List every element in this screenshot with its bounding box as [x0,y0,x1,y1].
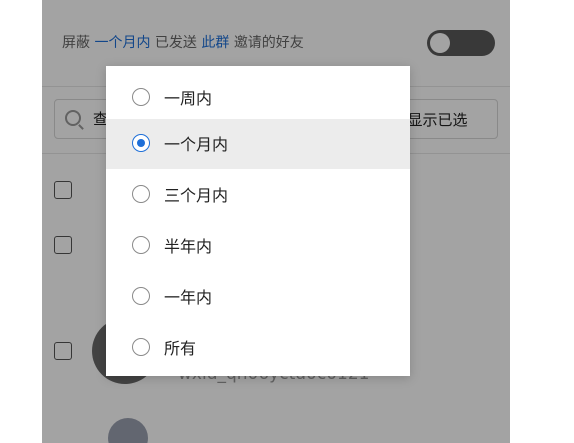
option-one-week[interactable]: 一周内 [106,73,410,123]
option-half-year[interactable]: 半年内 [106,221,410,271]
option-label: 一个月内 [164,135,229,154]
invite-filter-panel: 屏蔽 一个月内 已发送 此群 邀请的好友 查 仅显示已选 wxid_qh06yc… [42,0,510,443]
radio-unchecked-icon [132,287,150,305]
radio-dot [137,139,145,147]
option-label: 一周内 [164,89,213,108]
option-label: 三个月内 [164,186,229,205]
period-dropdown: 一周内 一个月内 三个月内 半年内 一年内 所有 [106,66,410,376]
option-one-month[interactable]: 一个月内 [106,119,410,169]
option-all[interactable]: 所有 [106,323,410,373]
option-one-year[interactable]: 一年内 [106,272,410,322]
option-label: 一年内 [164,288,213,307]
radio-unchecked-icon [132,236,150,254]
option-three-months[interactable]: 三个月内 [106,170,410,220]
radio-checked-icon [132,134,150,152]
radio-unchecked-icon [132,88,150,106]
radio-unchecked-icon [132,338,150,356]
radio-unchecked-icon [132,185,150,203]
option-label: 半年内 [164,237,213,256]
option-label: 所有 [164,339,197,358]
